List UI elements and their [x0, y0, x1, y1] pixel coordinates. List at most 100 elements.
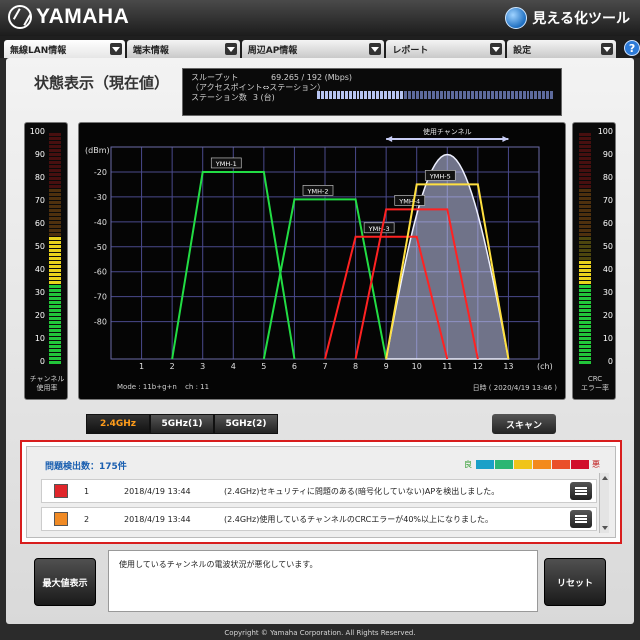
help-icon[interactable]: ? — [624, 40, 640, 56]
meter-tick-label: 30 — [602, 288, 613, 297]
meter-segment — [579, 357, 591, 360]
dropdown-arrow-icon[interactable] — [601, 43, 614, 55]
problem-number: 2 — [84, 514, 90, 524]
meter-segment — [49, 277, 61, 280]
meter-tick-label: 40 — [602, 265, 613, 274]
meter-segment — [579, 229, 591, 232]
throughput-segment — [411, 91, 415, 99]
band-5ghz-2-button[interactable]: 5GHz(2) — [214, 414, 278, 434]
problem-row[interactable]: 1 2018/4/19 13:44 (2.4GHz)セキュリティに問題のある(暗… — [41, 479, 597, 503]
tab-report[interactable]: レポート — [386, 40, 506, 58]
meter-segment — [49, 185, 61, 188]
y-tick-label: -70 — [94, 293, 107, 302]
meter-segment — [579, 189, 591, 192]
severity-legend: 良 悪 — [461, 459, 603, 470]
throughput-segment — [360, 91, 364, 99]
meter-segment — [579, 361, 591, 364]
dropdown-arrow-icon[interactable] — [109, 43, 122, 55]
caption-line: エラー率 — [581, 384, 609, 392]
meter-segment — [49, 225, 61, 228]
meter-segment — [579, 173, 591, 176]
meter-segment — [579, 249, 591, 252]
meter-bars — [579, 129, 591, 365]
meter-segment — [579, 245, 591, 248]
problem-message: (2.4GHz)使用しているチャンネルのCRCエラーが40%以上になりました。 — [224, 514, 494, 524]
throughput-segment — [463, 91, 467, 99]
throughput-segment — [510, 91, 514, 99]
throughput-segment — [443, 91, 447, 99]
datetime-text: 日時 ( 2020/4/19 13:46 ) — [472, 384, 557, 392]
meter-tick-label: 50 — [602, 242, 613, 251]
meter-segment — [49, 177, 61, 180]
meter-segment — [579, 281, 591, 284]
throughput-segment — [530, 91, 534, 99]
problem-row[interactable]: 2 2018/4/19 13:44 (2.4GHz)使用しているチャンネルのCR… — [41, 507, 597, 531]
reset-button[interactable]: リセット — [544, 558, 606, 606]
channel-text: ch : 11 — [185, 383, 210, 391]
dropdown-arrow-icon[interactable] — [224, 43, 237, 55]
meter-tick-label: 100 — [29, 127, 45, 136]
problem-number: 1 — [84, 486, 90, 496]
page-title: 状態表示（現在値） — [34, 74, 170, 92]
dropdown-arrow-icon[interactable] — [490, 43, 503, 55]
detail-list-icon[interactable] — [570, 482, 592, 500]
meter-segment — [49, 361, 61, 364]
spectrum-graph: (dBm) -20 -30 -40 -50 -60 -70 -80 1 2 3 4 5 6 7 8 9 10 11 1… — [78, 122, 566, 400]
yamaha-emblem-icon — [8, 5, 32, 29]
meter-segment — [49, 249, 61, 252]
severity-swatch — [495, 460, 513, 469]
throughput-segment — [427, 91, 431, 99]
tab-wireless-lan-info[interactable]: 無線LAN情報 — [4, 40, 125, 58]
problem-scrollbar[interactable] — [599, 473, 609, 533]
bad-label: 悪 — [592, 460, 600, 469]
throughput-segment — [447, 91, 451, 99]
meter-tick-label: 10 — [602, 334, 613, 343]
status-box: スループット 69.265 / 192 (Mbps) （アクセスポイント⇔ステーシ… — [182, 68, 562, 116]
graph-footer: Mode : 11b+g+n ch : 11 日時 ( 2020/4/19 13… — [117, 383, 557, 393]
problem-panel: 問題検出数：175件 良 悪 1 2018/4/19 13:44 (2.4GHz… — [20, 440, 622, 544]
tool-name-text: 見える化ツール — [532, 11, 630, 27]
meter-segment — [579, 333, 591, 336]
throughput-label: スループット — [191, 73, 239, 82]
meter-segment — [49, 245, 61, 248]
meter-segment — [49, 285, 61, 288]
detail-list-icon[interactable] — [570, 510, 592, 528]
band-2-4ghz-button[interactable]: 2.4GHz — [86, 414, 150, 434]
meter-segment — [579, 325, 591, 328]
meter-tick-label: 30 — [34, 288, 45, 297]
maximize-button[interactable]: 最大値表示 — [34, 558, 96, 606]
meter-segment — [579, 293, 591, 296]
severity-indicator — [54, 512, 68, 526]
throughput-segment — [328, 91, 332, 99]
tab-terminal-info[interactable]: 端末情報 — [126, 40, 240, 58]
throughput-segment — [407, 91, 411, 99]
y-tick-label: -80 — [94, 318, 107, 327]
throughput-segment — [435, 91, 439, 99]
meter-scale: 100 90 80 70 60 50 40 30 20 10 0 — [27, 127, 45, 367]
app-header: YAMAHA 見える化ツール — [0, 0, 640, 36]
tab-nearby-ap-info[interactable]: 周辺AP情報 — [241, 40, 385, 58]
meter-segment — [579, 197, 591, 200]
used-channel-arrow-left — [386, 136, 393, 142]
channel-usage-meter: 100 90 80 70 60 50 40 30 20 10 0 チャンネル 使用率 — [24, 122, 68, 400]
scan-button[interactable]: スキャン — [492, 414, 556, 434]
tab-settings[interactable]: 設定 — [507, 40, 617, 58]
throughput-segment — [368, 91, 372, 99]
meter-tick-label: 70 — [34, 196, 45, 205]
stations-value: 3 (台) — [252, 93, 275, 102]
x-tick-label: 3 — [200, 362, 205, 371]
throughput-segment — [403, 91, 407, 99]
band-5ghz-1-button[interactable]: 5GHz(1) — [150, 414, 214, 434]
y-axis-label: (dBm) — [85, 146, 110, 155]
tab-label: 設定 — [513, 45, 532, 56]
throughput-segment — [546, 91, 550, 99]
tool-title: 見える化ツール — [505, 7, 630, 29]
meter-tick-label: 40 — [34, 265, 45, 274]
throughput-segment — [455, 91, 459, 99]
ap-label: YMH-4 — [398, 197, 420, 205]
meter-segment — [49, 297, 61, 300]
meter-segment — [49, 333, 61, 336]
dropdown-arrow-icon[interactable] — [369, 43, 382, 55]
meter-segment — [49, 337, 61, 340]
severity-swatch — [571, 460, 589, 469]
